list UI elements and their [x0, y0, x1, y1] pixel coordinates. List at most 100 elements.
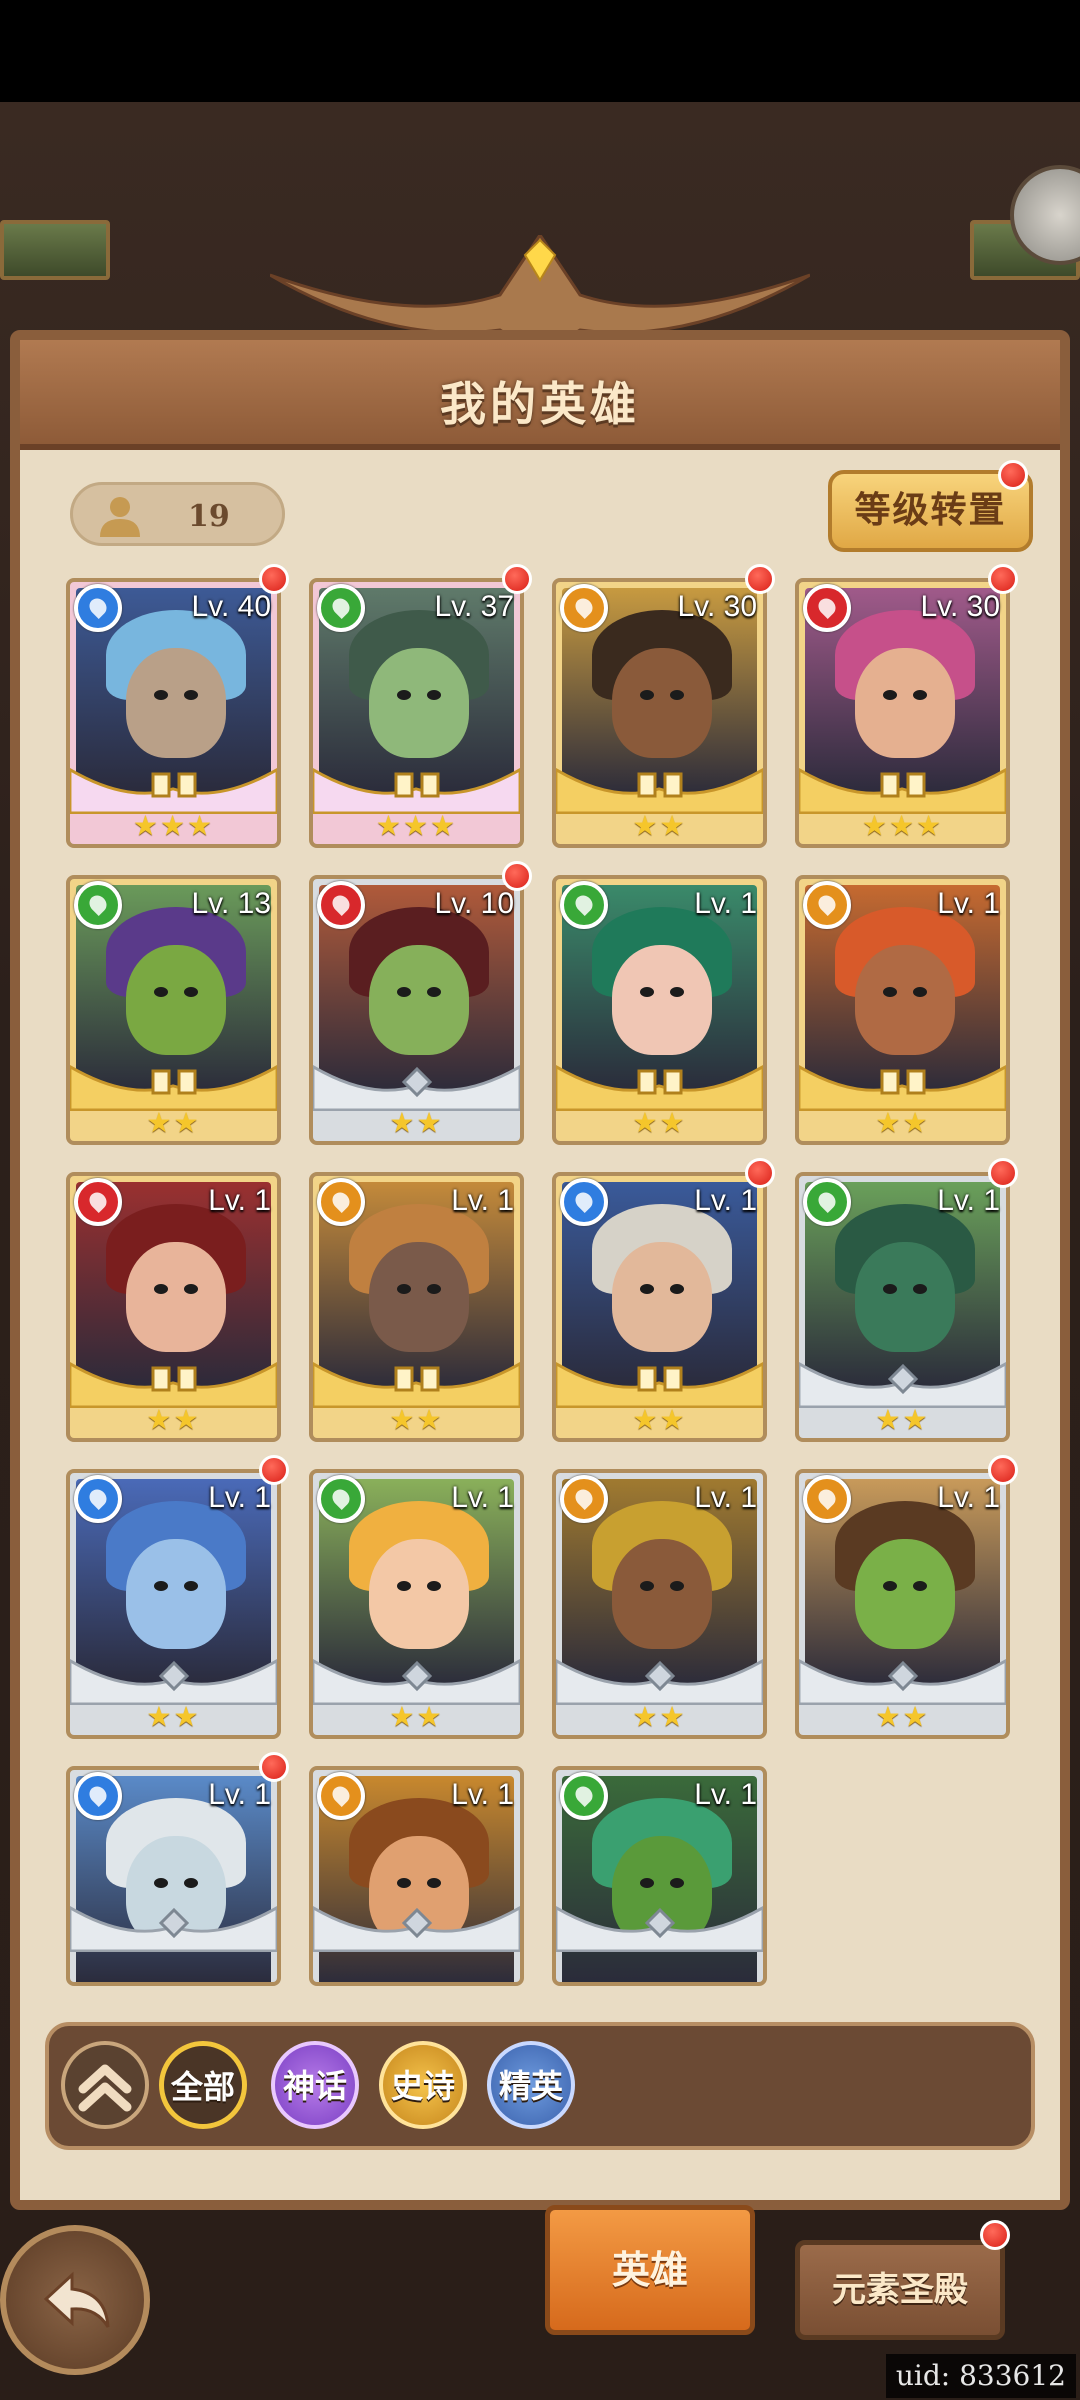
- notification-dot: [998, 460, 1028, 490]
- hero-eye: [397, 1284, 411, 1294]
- filter-elite-button[interactable]: 精英: [487, 2041, 575, 2129]
- hero-card[interactable]: Lv. 30 ★★★: [795, 578, 1010, 848]
- wood-element-icon: [560, 881, 608, 929]
- collapse-button[interactable]: [61, 2041, 149, 2129]
- hero-eye: [154, 690, 168, 700]
- rarity-emblem-icon: [887, 1660, 919, 1692]
- hero-eye: [184, 1581, 198, 1591]
- hero-stars: ★★★: [861, 809, 944, 842]
- hero-card[interactable]: Lv. 1 ★★: [552, 1172, 767, 1442]
- double-chevron-up-icon: [78, 2064, 132, 2112]
- hero-card[interactable]: Lv. 1 ★★: [795, 875, 1010, 1145]
- hero-level: Lv. 30: [677, 590, 758, 623]
- hero-eye: [397, 987, 411, 997]
- hero-face: [126, 1242, 226, 1352]
- hero-card[interactable]: Lv. 13 ★★: [66, 875, 281, 1145]
- hero-level: Lv. 1: [451, 1778, 514, 1811]
- hero-eye: [670, 1581, 684, 1591]
- back-arrow-icon: [43, 2271, 110, 2328]
- rarity-emblem-icon: [394, 772, 440, 798]
- filter-epic-button[interactable]: 史诗: [379, 2041, 467, 2129]
- notification-dot: [259, 1455, 289, 1485]
- hero-level: Lv. 1: [694, 1184, 757, 1217]
- hero-card[interactable]: Lv. 1: [552, 1766, 767, 1986]
- hero-eye: [670, 1284, 684, 1294]
- hero-face: [126, 1539, 226, 1649]
- hero-eye: [640, 1878, 654, 1888]
- hero-stars: ★★: [146, 1403, 201, 1436]
- hero-stars: ★★: [632, 809, 687, 842]
- hero-face: [855, 945, 955, 1055]
- hero-face: [612, 1539, 712, 1649]
- rarity-emblem-icon: [158, 1907, 190, 1939]
- hero-eye: [154, 1284, 168, 1294]
- filter-all-button[interactable]: 全部: [159, 2041, 247, 2129]
- wood-element-icon: [317, 584, 365, 632]
- tab-heroes[interactable]: 英雄: [545, 2205, 755, 2335]
- hero-card[interactable]: Lv. 1: [66, 1766, 281, 1986]
- hero-card[interactable]: Lv. 1 ★★: [552, 875, 767, 1145]
- notification-dot: [745, 564, 775, 594]
- rarity-emblem-icon: [151, 1366, 197, 1392]
- earth-element-icon: [560, 1475, 608, 1523]
- hero-card[interactable]: Lv. 1 ★★: [309, 1469, 524, 1739]
- hero-card[interactable]: Lv. 1 ★★: [66, 1469, 281, 1739]
- hero-eye: [913, 1581, 927, 1591]
- page-title: 我的英雄: [440, 377, 640, 431]
- hero-eye: [154, 987, 168, 997]
- hero-face: [369, 1539, 469, 1649]
- hero-stars: ★★: [389, 1403, 444, 1436]
- hero-level: Lv. 1: [694, 1778, 757, 1811]
- hero-card[interactable]: Lv. 30 ★★: [552, 578, 767, 848]
- filter-myth-button[interactable]: 神话: [271, 2041, 359, 2129]
- wood-element-icon: [317, 1475, 365, 1523]
- notification-dot: [745, 1158, 775, 1188]
- water-element-icon: [74, 584, 122, 632]
- fire-element-icon: [317, 881, 365, 929]
- hero-card[interactable]: Lv. 10 ★★: [309, 875, 524, 1145]
- filter-bar: 全部 神话 史诗 精英: [45, 2022, 1035, 2150]
- hero-level: Lv. 40: [191, 590, 272, 623]
- rarity-emblem-icon: [637, 1069, 683, 1095]
- tab-element-temple[interactable]: 元素圣殿: [795, 2240, 1005, 2340]
- hero-card[interactable]: Lv. 1 ★★: [309, 1172, 524, 1442]
- hero-face: [612, 648, 712, 758]
- hero-eye: [913, 690, 927, 700]
- hero-level: Lv. 1: [208, 1184, 271, 1217]
- rarity-emblem-icon: [401, 1066, 433, 1098]
- notification-dot: [502, 564, 532, 594]
- hero-stars: ★★: [389, 1700, 444, 1733]
- hero-eye: [670, 1878, 684, 1888]
- hero-level: Lv. 1: [451, 1481, 514, 1514]
- back-button[interactable]: [0, 2225, 150, 2375]
- rarity-emblem-icon: [644, 1660, 676, 1692]
- hero-level: Lv. 1: [937, 1184, 1000, 1217]
- hero-eye: [640, 987, 654, 997]
- hero-eye: [670, 987, 684, 997]
- hero-stars: ★★: [632, 1403, 687, 1436]
- hero-card[interactable]: Lv. 1 ★★: [66, 1172, 281, 1442]
- hero-eye: [670, 690, 684, 700]
- hero-card[interactable]: Lv. 40 ★★★: [66, 578, 281, 848]
- hero-card[interactable]: Lv. 37 ★★★: [309, 578, 524, 848]
- hero-card[interactable]: Lv. 1: [309, 1766, 524, 1986]
- hero-eye: [184, 1284, 198, 1294]
- hero-level: Lv. 13: [191, 887, 272, 920]
- notification-dot: [259, 564, 289, 594]
- hero-eye: [427, 1878, 441, 1888]
- hero-eye: [427, 1284, 441, 1294]
- hero-eye: [883, 1284, 897, 1294]
- hero-card[interactable]: Lv. 1 ★★: [795, 1469, 1010, 1739]
- hero-eye: [913, 1284, 927, 1294]
- rarity-emblem-icon: [401, 1660, 433, 1692]
- hero-eye: [184, 987, 198, 997]
- notification-dot: [988, 1158, 1018, 1188]
- uid-label: uid: 833612: [885, 2354, 1076, 2398]
- hero-card[interactable]: Lv. 1 ★★: [552, 1469, 767, 1739]
- earth-element-icon: [317, 1178, 365, 1226]
- hero-card[interactable]: Lv. 1 ★★: [795, 1172, 1010, 1442]
- rarity-emblem-icon: [880, 1069, 926, 1095]
- panel-header: 我的英雄: [20, 340, 1060, 450]
- hero-stars: ★★: [146, 1700, 201, 1733]
- wood-element-icon: [560, 1772, 608, 1820]
